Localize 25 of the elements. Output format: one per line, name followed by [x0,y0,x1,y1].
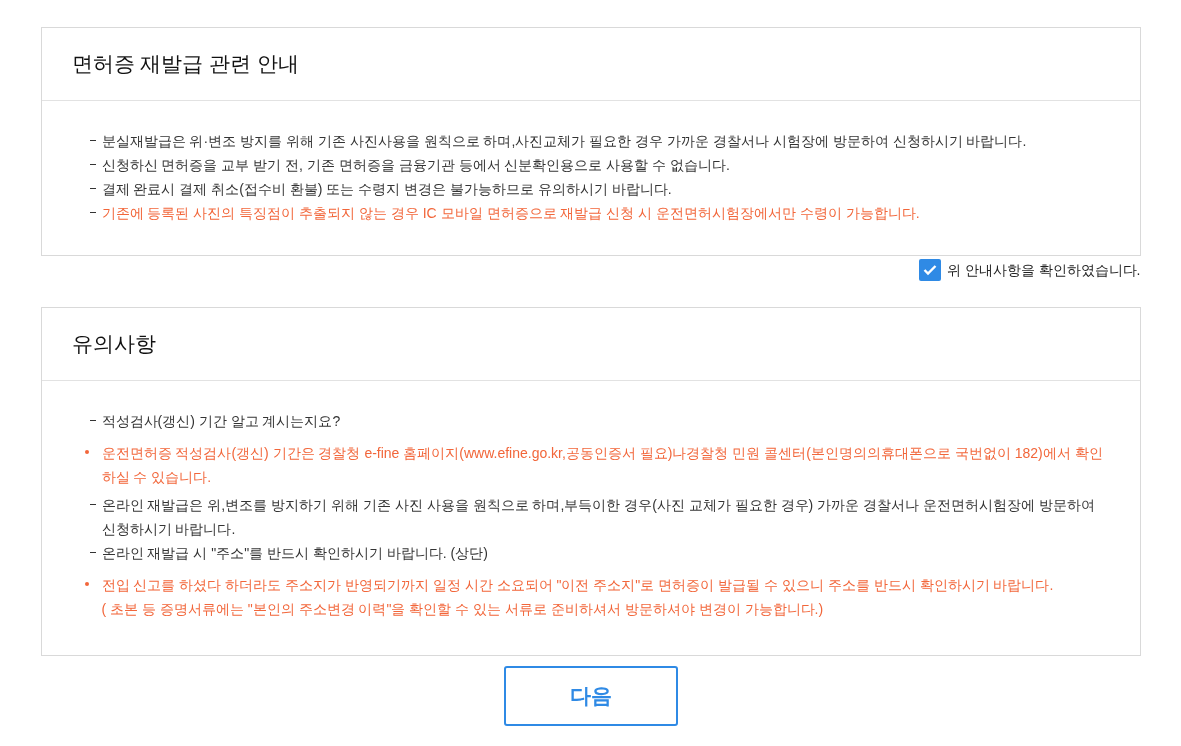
bullet-icon [84,450,89,454]
notice-text: 온라인 재발급은 위,변조를 방지하기 위해 기존 사진 사용을 원칙으로 하며,부득이한 경우(사진 교체가 필요한 경우) 가까운 경찰서나 운전면허시험장에 방문하여 신청하시기 바랍니다. [101,496,1096,539]
dash-icon [89,164,96,165]
checkmark-icon [922,264,937,276]
notice-text: 기존에 등록된 사진의 특징점이 추출되지 않는 경우 IC 모바일 면허증으로 재발급 신청 시 운전면허시험장에서만 수령이 가능합니다. [101,204,920,223]
dash-icon [89,504,96,505]
dash-icon [89,552,96,553]
confirm-label: 위 안내사항을 확인하였습니다. [946,260,1141,280]
section-title: 면허증 재발급 관련 안내 [71,51,299,78]
section-title: 유의사항 [71,331,156,358]
dash-icon [89,212,96,213]
next-button[interactable]: 다음 [503,666,678,726]
notice-text: 온라인 재발급 시 "주소"를 반드시 확인하시기 바랍니다. (상단) [101,544,488,563]
notice-text: 분실재발급은 위·변조 방지를 위해 기존 사진사용을 원칙으로 하며,사진교체가 필요한 경우 가까운 경찰서나 시험장에 방문하여 신청하시기 바랍니다. [101,132,1027,151]
notice-text: 적성검사(갱신) 기간 알고 계시는지요? [101,412,341,431]
dash-icon [89,420,96,421]
notice-note: ( 초본 등 증명서류에는 "본인의 주소변경 이력"을 확인할 수 있는 서류로 준비하셔서 방문하셔야 변경이 가능합니다.) [101,600,825,619]
bullet-icon [84,582,89,586]
notice-text: 신청하신 면허증을 교부 받기 전, 기존 면허증을 금융기관 등에서 신분확인용으로 사용할 수 없습니다. [101,156,730,175]
confirm-checkbox[interactable] [918,259,941,281]
notice-text: 결제 완료시 결제 취소(접수비 환불) 또는 수령지 변경은 불가능하므로 유의하시기 바랍니다. [101,180,672,199]
dash-icon [89,140,96,141]
dash-icon [89,188,96,189]
notice-text: 운전면허증 적성검사(갱신) 기간은 경찰청 e-fine 홈페이지(www.efine.go.kr,공동인증서 필요)나경찰청 민원 콜센터(본인명의의휴대폰으로 국번없이 182)에서 확인하실 수 있습니다. [101,444,1104,487]
notice-text: 전입 신고를 하셨다 하더라도 주소지가 반영되기까지 일정 시간 소요되어 "이전 주소지"로 면허증이 발급될 수 있으니 주소를 반드시 확인하시기 바랍니다. [101,576,1054,595]
